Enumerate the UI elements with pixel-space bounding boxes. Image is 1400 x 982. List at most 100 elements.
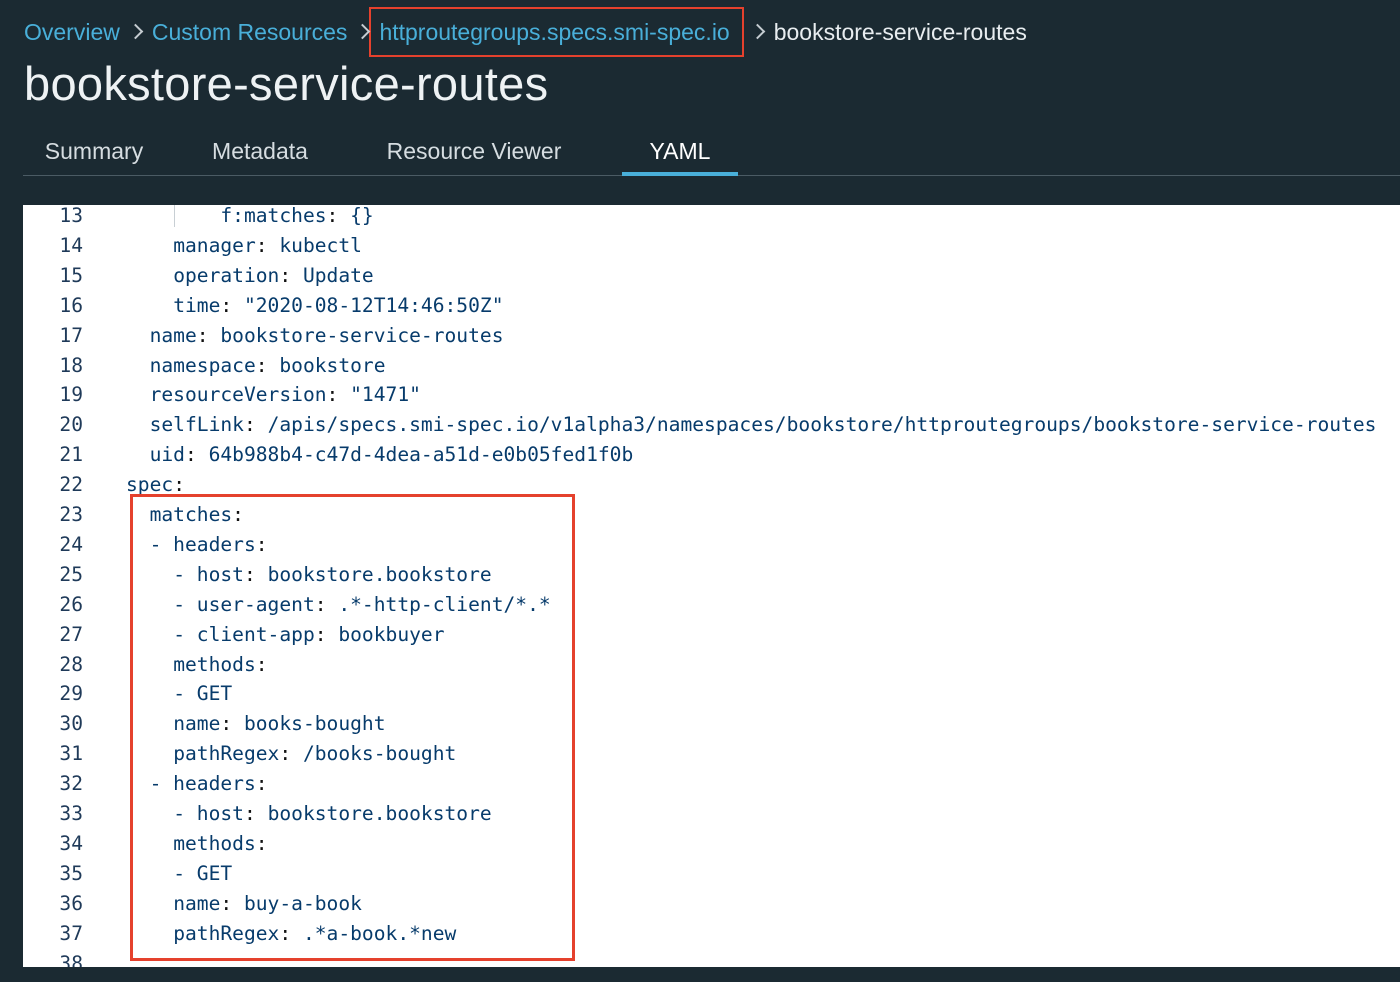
yaml-value: bookbuyer — [338, 622, 445, 646]
yaml-key: - host — [173, 802, 244, 825]
code-line[interactable]: 30 name: books-bought — [23, 709, 1400, 739]
code-line[interactable]: 33 - host: bookstore.bookstore — [23, 799, 1400, 829]
tab-metadata[interactable]: Metadata — [207, 128, 313, 176]
code-text: matches: — [126, 500, 244, 530]
yaml-separator: : — [243, 802, 268, 825]
line-number: 15 — [59, 263, 83, 287]
code-line[interactable]: 24 - headers: — [23, 530, 1400, 560]
tab-bar: Summary Metadata Resource Viewer YAML — [23, 128, 1400, 176]
code-line[interactable]: 19 resourceVersion: "1471" — [23, 380, 1400, 410]
code-line[interactable]: 13 f:matches: {} — [23, 205, 1400, 231]
line-number: 24 — [59, 532, 83, 556]
breadcrumb: Overview Custom Resources httproutegroup… — [24, 7, 1027, 57]
breadcrumb-crd-name[interactable]: httproutegroups.specs.smi-spec.io — [369, 7, 744, 57]
line-number: 21 — [59, 443, 83, 467]
yaml-value: .*a-book.*new — [302, 921, 457, 945]
yaml-value: .*-http-client/*.* — [338, 592, 551, 616]
yaml-key: pathRegex — [173, 921, 280, 945]
code-line[interactable]: 16 time: "2020-08-12T14:46:50Z" — [23, 291, 1400, 321]
tab-resource-viewer[interactable]: Resource Viewer — [379, 128, 569, 176]
yaml-value: bookstore.bookstore — [267, 562, 492, 586]
code-text: namespace: bookstore — [126, 351, 386, 381]
tab-yaml[interactable]: YAML — [622, 128, 738, 176]
yaml-key: - headers — [149, 532, 256, 556]
yaml-separator: : — [196, 323, 221, 347]
breadcrumb-overview[interactable]: Overview — [24, 19, 120, 46]
line-number: 26 — [59, 592, 83, 616]
line-number: 22 — [59, 473, 83, 497]
yaml-separator: : — [232, 503, 244, 526]
yaml-separator: : — [220, 293, 244, 317]
code-line[interactable]: 27 - client-app: bookbuyer — [23, 620, 1400, 650]
yaml-value: 64b988b4-c47d-4dea-a51d-e0b05fed1f0b — [208, 443, 634, 467]
breadcrumb-custom-resources[interactable]: Custom Resources — [152, 19, 348, 46]
code-text: pathRegex: /books-bought — [126, 739, 456, 769]
yaml-value: /books-bought — [302, 742, 457, 766]
line-number: 35 — [59, 861, 83, 885]
yaml-separator: : — [255, 831, 268, 855]
page-title: bookstore-service-routes — [24, 57, 549, 110]
code-line[interactable]: 32 - headers: — [23, 769, 1400, 799]
code-line[interactable]: 20 selfLink: /apis/specs.smi-spec.io/v1a… — [23, 410, 1400, 440]
line-number: 25 — [59, 562, 83, 586]
yaml-separator: : — [314, 592, 339, 616]
line-number: 20 — [59, 413, 83, 437]
yaml-value: buy-a-book — [243, 891, 362, 915]
breadcrumb-current: bookstore-service-routes — [773, 18, 1027, 45]
code-text: - host: bookstore.bookstore — [126, 560, 492, 590]
yaml-key: methods — [173, 831, 256, 855]
yaml-key: spec — [126, 473, 174, 497]
code-line[interactable]: 37 pathRegex: .*a-book.*new — [23, 919, 1400, 949]
yaml-key: matches — [149, 503, 233, 526]
code-text: manager: kubectl — [126, 231, 362, 261]
yaml-value: kubectl — [279, 233, 362, 257]
yaml-separator: : — [279, 263, 303, 287]
code-line[interactable]: 26 - user-agent: .*-http-client/*.* — [23, 590, 1400, 620]
line-number: 32 — [59, 772, 83, 796]
code-line[interactable]: 21 uid: 64b988b4-c47d-4dea-a51d-e0b05fed… — [23, 440, 1400, 470]
code-text: spec: — [126, 470, 185, 500]
code-text: f:matches: {} — [126, 205, 374, 231]
yaml-separator: : — [255, 652, 268, 676]
line-number: 17 — [59, 323, 83, 347]
yaml-key: selfLink — [149, 413, 244, 437]
code-line[interactable]: 22 spec: — [23, 470, 1400, 500]
yaml-editor[interactable]: 13 f:matches: {} 14 manager: kubectl 15 op… — [23, 205, 1400, 967]
code-line[interactable]: 18 namespace: bookstore — [23, 351, 1400, 381]
code-line[interactable]: 31 pathRegex: /books-bought — [23, 739, 1400, 769]
code-line[interactable]: 35 - GET — [23, 859, 1400, 889]
code-line[interactable]: 15 operation: Update — [23, 261, 1400, 291]
yaml-value: {} — [350, 205, 374, 227]
code-line[interactable]: 14 manager: kubectl — [23, 231, 1400, 261]
yaml-key: - headers — [149, 772, 256, 796]
code-line[interactable]: 34 methods: — [23, 829, 1400, 859]
code-line[interactable]: 29 - GET — [23, 679, 1400, 709]
yaml-key: name — [149, 323, 197, 347]
code-line[interactable]: 23 matches: — [23, 500, 1400, 530]
code-line[interactable]: 38 — [23, 949, 1400, 968]
code-line[interactable]: 36 name: buy-a-book — [23, 889, 1400, 919]
yaml-value: bookstore — [279, 353, 386, 377]
code-line[interactable]: 28 methods: — [23, 650, 1400, 680]
code-text: - headers: — [126, 769, 268, 799]
code-line[interactable]: 17 name: bookstore-service-routes — [23, 321, 1400, 351]
yaml-separator: : — [255, 772, 268, 796]
tab-summary[interactable]: Summary — [35, 128, 153, 176]
code-text: - headers: — [126, 530, 268, 560]
code-line[interactable]: 25 - host: bookstore.bookstore — [23, 560, 1400, 590]
yaml-key: - client-app — [173, 622, 315, 646]
